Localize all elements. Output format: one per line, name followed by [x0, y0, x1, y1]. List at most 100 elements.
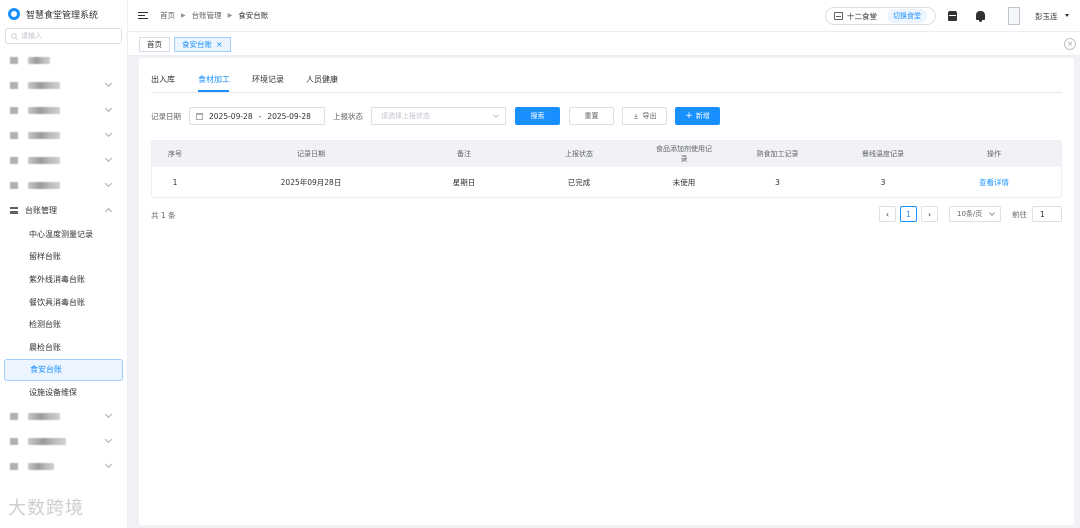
sidebar-item-blurred-5[interactable]: [0, 148, 127, 173]
date-start[interactable]: 2025-09-28: [209, 112, 253, 121]
sidebar-item-morning-check[interactable]: 晨检台账: [0, 336, 127, 359]
tab-environment-record[interactable]: 环境记录: [252, 74, 284, 85]
next-page-button[interactable]: ›: [921, 206, 938, 222]
avatar[interactable]: [1008, 7, 1020, 25]
database-icon[interactable]: [948, 11, 957, 21]
menu-icon: [10, 157, 18, 164]
sidebar-group-label: 台账管理: [25, 206, 57, 215]
blurred-label: [28, 57, 50, 64]
tab-food-processing[interactable]: 食材加工: [198, 74, 230, 85]
calendar-icon: [196, 112, 203, 120]
pagination: ‹ 1 › 10条/页 前往 1: [139, 206, 1074, 222]
date-separator: -: [258, 111, 262, 121]
tag-label: 首页: [147, 40, 162, 49]
table-header: 序号 记录日期 备注 上报状态 食品添加剂使用记录 熟食加工记录 餐线温度记录 …: [152, 141, 1061, 167]
sidebar-item-blurred-3[interactable]: [0, 98, 127, 123]
sidebar-item-blurred-8[interactable]: [0, 429, 127, 454]
caret-down-icon[interactable]: [1065, 14, 1069, 17]
tags-view-bar: 首页 食安台账 × ×: [128, 32, 1080, 56]
canteen-switcher: 十二食堂 切换食堂: [825, 7, 936, 25]
chevron-down-icon: [104, 410, 113, 418]
top-header: 首页 ▶ 台账管理 ▶ 食安台账 十二食堂 切换食堂 彭玉连: [128, 0, 1080, 32]
tab-staff-health[interactable]: 人员健康: [306, 74, 338, 85]
col-report-status: 上报状态: [565, 150, 593, 158]
blurred-label: [28, 132, 60, 139]
sidebar-item-center-temp[interactable]: 中心温度测量记录: [0, 223, 127, 246]
page-number-current[interactable]: 1: [900, 206, 917, 222]
tag-home[interactable]: 首页: [139, 37, 170, 52]
breadcrumb-ledger[interactable]: 台账管理: [192, 10, 222, 21]
watermark: 大数跨境: [8, 498, 84, 519]
sidebar-item-uv-disinfection[interactable]: 紫外线消毒台账: [0, 268, 127, 291]
tag-label: 食安台账: [182, 40, 212, 49]
blurred-label: [28, 462, 54, 470]
main-content: 出入库 食材加工 环境记录 人员健康 记录日期 2025-09-28 - 202…: [139, 58, 1074, 525]
prev-page-button[interactable]: ‹: [879, 206, 896, 222]
goto-label: 前往: [1012, 210, 1027, 219]
sidebar-item-blurred-6[interactable]: [0, 173, 127, 198]
col-actions: 操作: [987, 150, 1001, 158]
view-details-link[interactable]: 查看详情: [925, 177, 1061, 188]
search-button[interactable]: 搜索: [515, 107, 560, 125]
breadcrumb: 首页 ▶ 台账管理 ▶ 食安台账: [160, 10, 268, 21]
sidebar-search-input[interactable]: 请输入: [5, 28, 122, 44]
date-range-picker[interactable]: 2025-09-28 - 2025-09-28: [189, 107, 325, 125]
sidebar-item-sample-retention[interactable]: 留样台账: [0, 246, 127, 269]
tabs: 出入库 食材加工 环境记录 人员健康: [151, 71, 1062, 93]
menu-icon: [10, 107, 18, 114]
chevron-down-icon: [104, 460, 113, 468]
status-select[interactable]: 请选择上报状态: [371, 107, 506, 125]
chevron-down-icon: [989, 210, 995, 216]
chevron-down-icon: [104, 79, 113, 88]
cell-record-date: 2025年09月28日: [280, 178, 342, 187]
sidebar-item-blurred-2[interactable]: [0, 73, 127, 98]
add-button[interactable]: + 新增: [675, 107, 720, 125]
user-name[interactable]: 彭玉连: [1035, 11, 1058, 22]
close-all-tags-icon[interactable]: ×: [1064, 38, 1076, 50]
table-row: 1 2025年09月28日 星期日 已完成 未使用 3 3 查看详情: [152, 167, 1061, 197]
tab-stock-inout[interactable]: 出入库: [151, 74, 175, 85]
export-button-label: 导出: [642, 112, 657, 120]
switch-canteen-button[interactable]: 切换食堂: [887, 9, 927, 23]
col-additive-record: 食品添加剂使用记录: [656, 145, 712, 163]
breadcrumb-current: 食安台账: [238, 11, 269, 20]
page-size-value: 10条/页: [957, 210, 983, 218]
chevron-down-icon: [104, 154, 113, 163]
sidebar-group-ledger[interactable]: 台账管理: [0, 198, 127, 223]
cell-remark: 星期日: [452, 178, 476, 187]
bell-icon[interactable]: [976, 11, 985, 22]
close-icon[interactable]: ×: [216, 40, 223, 49]
breadcrumb-home[interactable]: 首页: [160, 10, 175, 21]
tag-food-safety[interactable]: 食安台账 ×: [174, 37, 231, 52]
menu-toggle-icon[interactable]: [138, 12, 148, 19]
app-logo-row[interactable]: 智慧食堂管理系统: [0, 0, 127, 28]
sidebar-item-food-safety[interactable]: 食安台账: [4, 358, 123, 382]
cell-cooked-record: 3: [775, 178, 780, 187]
menu-icon: [10, 57, 18, 64]
reset-button[interactable]: 重置: [569, 107, 614, 125]
col-record-date: 记录日期: [297, 150, 325, 158]
sidebar-item-blurred-7[interactable]: [0, 404, 127, 429]
goto-page-input[interactable]: 1: [1032, 206, 1062, 222]
sidebar-item-blurred-9[interactable]: [0, 454, 127, 479]
sidebar-item-tableware-disinfection[interactable]: 餐饮具消毒台账: [0, 291, 127, 314]
date-end[interactable]: 2025-09-28: [267, 112, 311, 121]
sidebar-item-blurred-4[interactable]: [0, 123, 127, 148]
app-title: 智慧食堂管理系统: [26, 10, 99, 21]
canteen-name: 十二食堂: [847, 11, 877, 21]
cell-index: 1: [172, 178, 178, 187]
sidebar: 智慧食堂管理系统 请输入 台账管理 中心温度测量记录 留样台账 紫外线消毒台账 …: [0, 0, 128, 528]
export-button[interactable]: 导出: [622, 107, 667, 125]
blurred-label: [28, 82, 60, 89]
page-size-select[interactable]: 10条/页: [949, 206, 1001, 222]
col-index: 序号: [168, 150, 182, 158]
sidebar-item-inspection[interactable]: 检测台账: [0, 313, 127, 336]
sidebar-item-equipment-maintenance[interactable]: 设施设备维保: [0, 381, 127, 404]
menu-icon: [10, 462, 18, 470]
add-button-label: 新增: [695, 112, 710, 120]
plus-icon: +: [685, 111, 693, 121]
sidebar-item-blurred-1[interactable]: [0, 48, 127, 73]
blurred-label: [28, 437, 66, 445]
blurred-label: [28, 182, 60, 189]
search-icon: [11, 32, 18, 40]
